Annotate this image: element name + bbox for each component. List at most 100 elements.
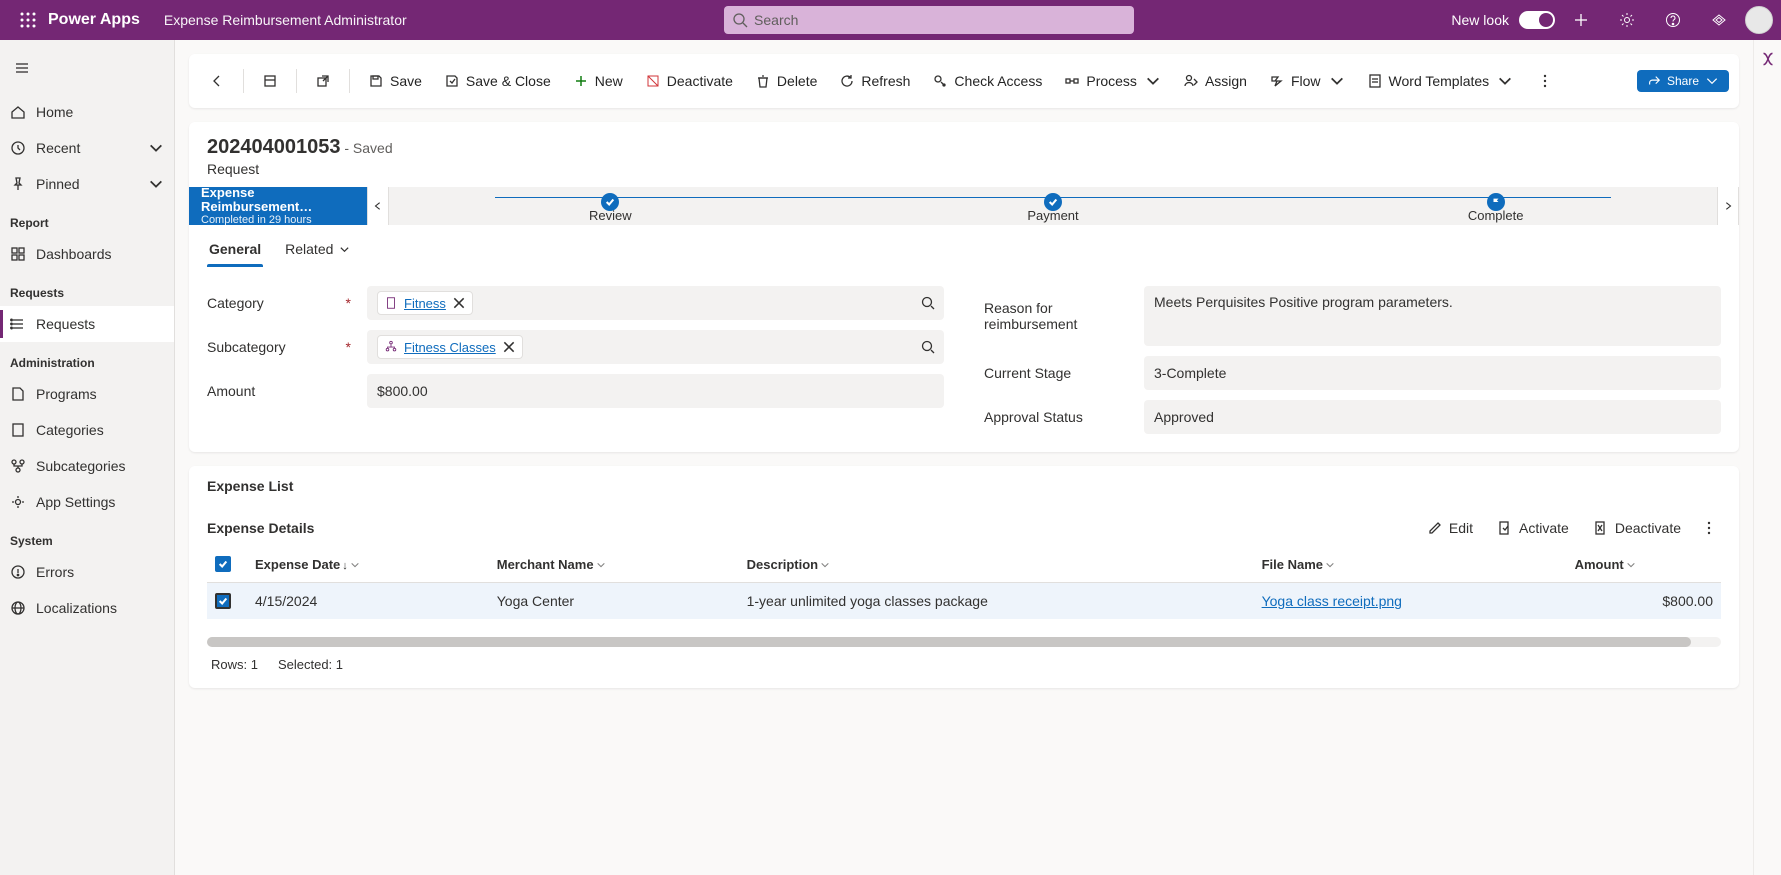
nav-recent[interactable]: Recent xyxy=(0,130,174,166)
chevron-down-icon[interactable] xyxy=(1626,560,1636,570)
col-amount[interactable]: Amount xyxy=(1567,546,1721,583)
activate-button[interactable]: Activate xyxy=(1489,516,1577,540)
copilot-icon[interactable] xyxy=(1759,50,1777,71)
bpf-scroll-right[interactable] xyxy=(1717,187,1739,225)
horizontal-scrollbar[interactable] xyxy=(207,637,1721,647)
chevron-down-icon[interactable] xyxy=(350,560,360,570)
remove-tag-icon[interactable] xyxy=(502,340,516,354)
nav-requests[interactable]: Requests xyxy=(0,306,174,342)
chevron-down-icon[interactable] xyxy=(596,560,606,570)
subgrid-more-icon[interactable] xyxy=(1697,516,1721,540)
cell-description: 1-year unlimited yoga classes package xyxy=(739,583,1254,620)
table-row[interactable]: 4/15/2024 Yoga Center 1-year unlimited y… xyxy=(207,583,1721,620)
nav-requests-label: Requests xyxy=(36,316,95,332)
col-merchant[interactable]: Merchant Name xyxy=(489,546,739,583)
col-description[interactable]: Description xyxy=(739,546,1254,583)
chevron-down-icon[interactable] xyxy=(1705,74,1719,88)
bpf-stage-complete[interactable]: Complete xyxy=(1274,190,1717,223)
bpf-active-stage[interactable]: Expense Reimbursement… Completed in 29 h… xyxy=(189,187,367,225)
global-search-input[interactable] xyxy=(724,6,1134,34)
delete-button[interactable]: Delete xyxy=(745,64,827,98)
nav-collapse-icon[interactable] xyxy=(2,48,42,88)
settings-icon[interactable] xyxy=(1607,0,1647,40)
nav-recent-label: Recent xyxy=(36,140,80,156)
nav-home-label: Home xyxy=(36,104,73,120)
word-templates-button[interactable]: Word Templates xyxy=(1357,64,1524,98)
brand-label[interactable]: Power Apps xyxy=(48,11,140,29)
nav-localizations[interactable]: Localizations xyxy=(0,590,174,626)
app-launcher-icon[interactable] xyxy=(8,0,48,40)
reason-label: Reason for reimbursement xyxy=(984,300,1134,332)
col-file[interactable]: File Name xyxy=(1254,546,1567,583)
bpf-stage-review[interactable]: Review xyxy=(389,190,832,223)
edit-button[interactable]: Edit xyxy=(1419,516,1481,540)
check-access-button[interactable]: Check Access xyxy=(922,64,1052,98)
approval-status-field[interactable]: Approved xyxy=(1144,400,1721,434)
tab-related[interactable]: Related xyxy=(283,235,352,267)
open-record-set-icon[interactable] xyxy=(252,64,288,98)
lookup-search-icon[interactable] xyxy=(920,339,936,355)
file-link[interactable]: Yoga class receipt.png xyxy=(1262,593,1402,609)
chevron-down-icon[interactable] xyxy=(1325,560,1335,570)
environment-icon[interactable] xyxy=(1699,0,1739,40)
remove-tag-icon[interactable] xyxy=(452,296,466,310)
new-look-toggle[interactable] xyxy=(1519,11,1555,29)
lookup-search-icon[interactable] xyxy=(920,295,936,311)
refresh-button[interactable]: Refresh xyxy=(829,64,920,98)
chevron-down-icon[interactable] xyxy=(1497,73,1513,89)
user-avatar[interactable] xyxy=(1745,6,1773,34)
new-button[interactable]: New xyxy=(563,64,633,98)
chevron-down-icon[interactable] xyxy=(1145,73,1161,89)
tab-general[interactable]: General xyxy=(207,235,263,267)
subcategory-field[interactable]: Fitness Classes xyxy=(367,330,944,364)
deactivate-subgrid-button[interactable]: Deactivate xyxy=(1585,516,1689,540)
add-icon[interactable] xyxy=(1561,0,1601,40)
chevron-down-icon[interactable] xyxy=(820,560,830,570)
nav-group-system: System xyxy=(0,520,174,554)
search-icon xyxy=(732,12,748,28)
amount-field[interactable]: $800.00 xyxy=(367,374,944,408)
flow-button[interactable]: Flow xyxy=(1259,64,1355,98)
nav-dashboards-label: Dashboards xyxy=(36,246,112,262)
col-expense-date[interactable]: Expense Date↓ xyxy=(247,546,489,583)
nav-categories[interactable]: Categories xyxy=(0,412,174,448)
main-content: Save Save & Close New Deactivate Delete … xyxy=(175,40,1753,875)
bpf-scroll-left[interactable] xyxy=(367,187,389,225)
share-button[interactable]: Share xyxy=(1637,70,1729,92)
nav-programs[interactable]: Programs xyxy=(0,376,174,412)
chevron-down-icon[interactable] xyxy=(1329,73,1345,89)
nav-home[interactable]: Home xyxy=(0,94,174,130)
subcategory-link[interactable]: Fitness Classes xyxy=(404,340,496,355)
back-button[interactable] xyxy=(199,64,235,98)
help-icon[interactable] xyxy=(1653,0,1693,40)
right-rail xyxy=(1753,40,1781,875)
process-button[interactable]: Process xyxy=(1054,64,1171,98)
nav-dashboards[interactable]: Dashboards xyxy=(0,236,174,272)
nav-errors[interactable]: Errors xyxy=(0,554,174,590)
bpf-stage-payment[interactable]: Payment xyxy=(832,190,1275,223)
row-checkbox[interactable] xyxy=(215,593,231,609)
cell-merchant: Yoga Center xyxy=(489,583,739,620)
save-close-button[interactable]: Save & Close xyxy=(434,64,561,98)
select-all-checkbox[interactable] xyxy=(215,556,231,572)
rows-count: Rows: 1 xyxy=(211,657,258,672)
assign-button[interactable]: Assign xyxy=(1173,64,1257,98)
form-tabs: General Related xyxy=(189,225,1739,268)
subcategory-label: Subcategory xyxy=(207,339,286,355)
deactivate-button[interactable]: Deactivate xyxy=(635,64,743,98)
site-map: Home Recent Pinned Report Dashboards Req… xyxy=(0,40,175,875)
current-stage-field[interactable]: 3-Complete xyxy=(1144,356,1721,390)
chevron-down-icon[interactable] xyxy=(148,140,164,156)
category-field[interactable]: Fitness xyxy=(367,286,944,320)
category-link[interactable]: Fitness xyxy=(404,296,446,311)
more-commands-icon[interactable] xyxy=(1529,64,1561,98)
nav-pinned[interactable]: Pinned xyxy=(0,166,174,202)
open-new-window-icon[interactable] xyxy=(305,64,341,98)
chevron-down-icon[interactable] xyxy=(148,176,164,192)
nav-group-admin: Administration xyxy=(0,342,174,376)
nav-app-settings[interactable]: App Settings xyxy=(0,484,174,520)
reason-field[interactable]: Meets Perquisites Positive program param… xyxy=(1144,286,1721,346)
save-button[interactable]: Save xyxy=(358,64,432,98)
nav-subcategories[interactable]: Subcategories xyxy=(0,448,174,484)
expense-details-title: Expense Details xyxy=(207,520,314,536)
